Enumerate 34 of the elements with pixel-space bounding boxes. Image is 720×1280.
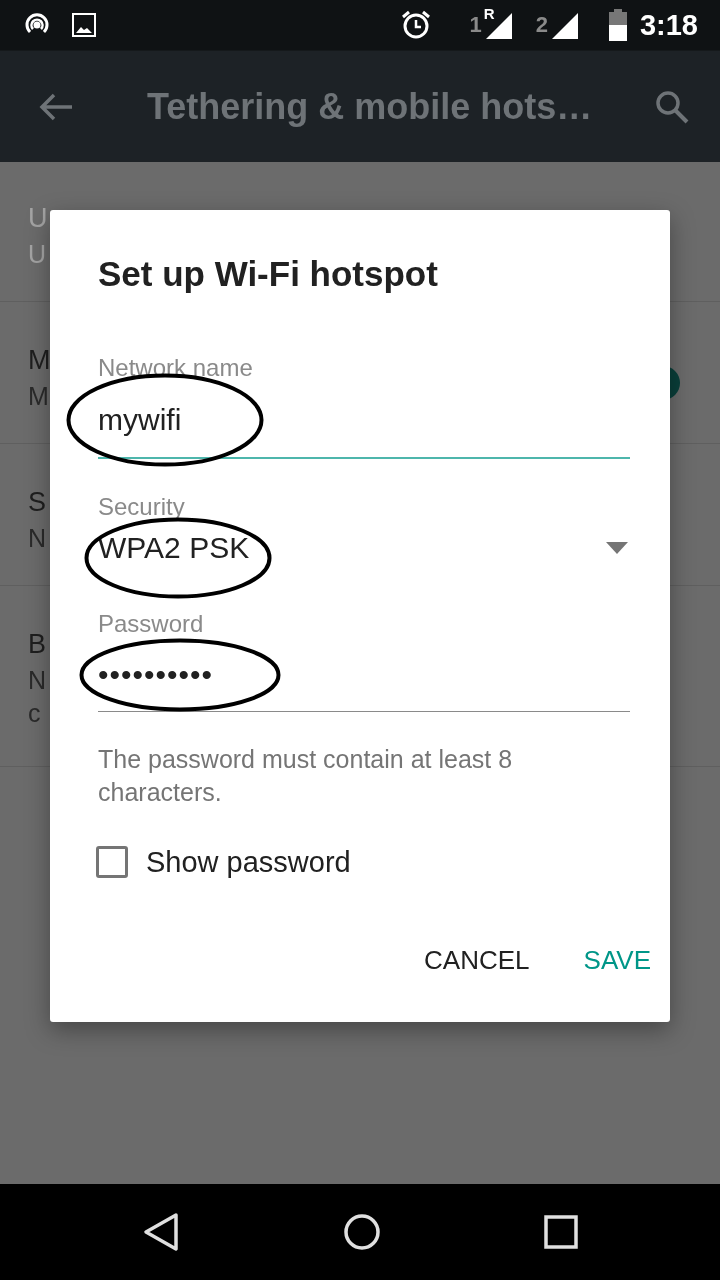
back-icon[interactable]	[141, 1212, 180, 1252]
image-icon	[72, 13, 96, 37]
clock-time: 3:18	[639, 8, 698, 42]
back-arrow-icon[interactable]	[38, 91, 74, 122]
input-field[interactable]: ••••••••••	[98, 653, 630, 712]
setting-title: M	[28, 344, 51, 377]
home-icon[interactable]	[343, 1213, 381, 1251]
setting-title: B	[28, 628, 46, 661]
screen-title: Tethering & mobile hots…	[147, 85, 594, 128]
setting-summary: c	[28, 698, 41, 729]
setting-summary: N	[28, 523, 47, 554]
sim-number: 1	[469, 12, 482, 38]
dialog-button[interactable]: CANCEL	[408, 931, 546, 987]
battery-icon	[607, 9, 628, 41]
setting-title: S	[28, 486, 46, 519]
dropdown-field[interactable]: WPA2 PSK	[98, 526, 630, 570]
search-icon[interactable]	[654, 88, 690, 125]
roaming-indicator: R	[483, 6, 495, 21]
setting-summary: M	[28, 381, 49, 412]
checkbox-label[interactable]: Show password	[146, 845, 351, 879]
sim-number: 2	[535, 12, 548, 38]
dialog-title: Set up Wi-Fi hotspot	[98, 253, 439, 295]
setting-summary: N	[28, 665, 47, 696]
recent-apps-icon[interactable]	[544, 1215, 579, 1249]
alarm-clock-icon	[401, 10, 432, 40]
checkbox[interactable]	[96, 846, 128, 878]
dialog-button[interactable]: SAVE	[567, 931, 667, 987]
input-field[interactable]: mywifi	[98, 398, 630, 459]
helper-text: The password must contain at least 8 characters.	[98, 744, 514, 808]
setting-summary: U	[28, 239, 47, 270]
dropdown-arrow-icon	[606, 542, 628, 554]
setting-title: U	[28, 202, 48, 235]
field-label: Password	[98, 609, 204, 639]
field-label: Security	[98, 492, 185, 522]
